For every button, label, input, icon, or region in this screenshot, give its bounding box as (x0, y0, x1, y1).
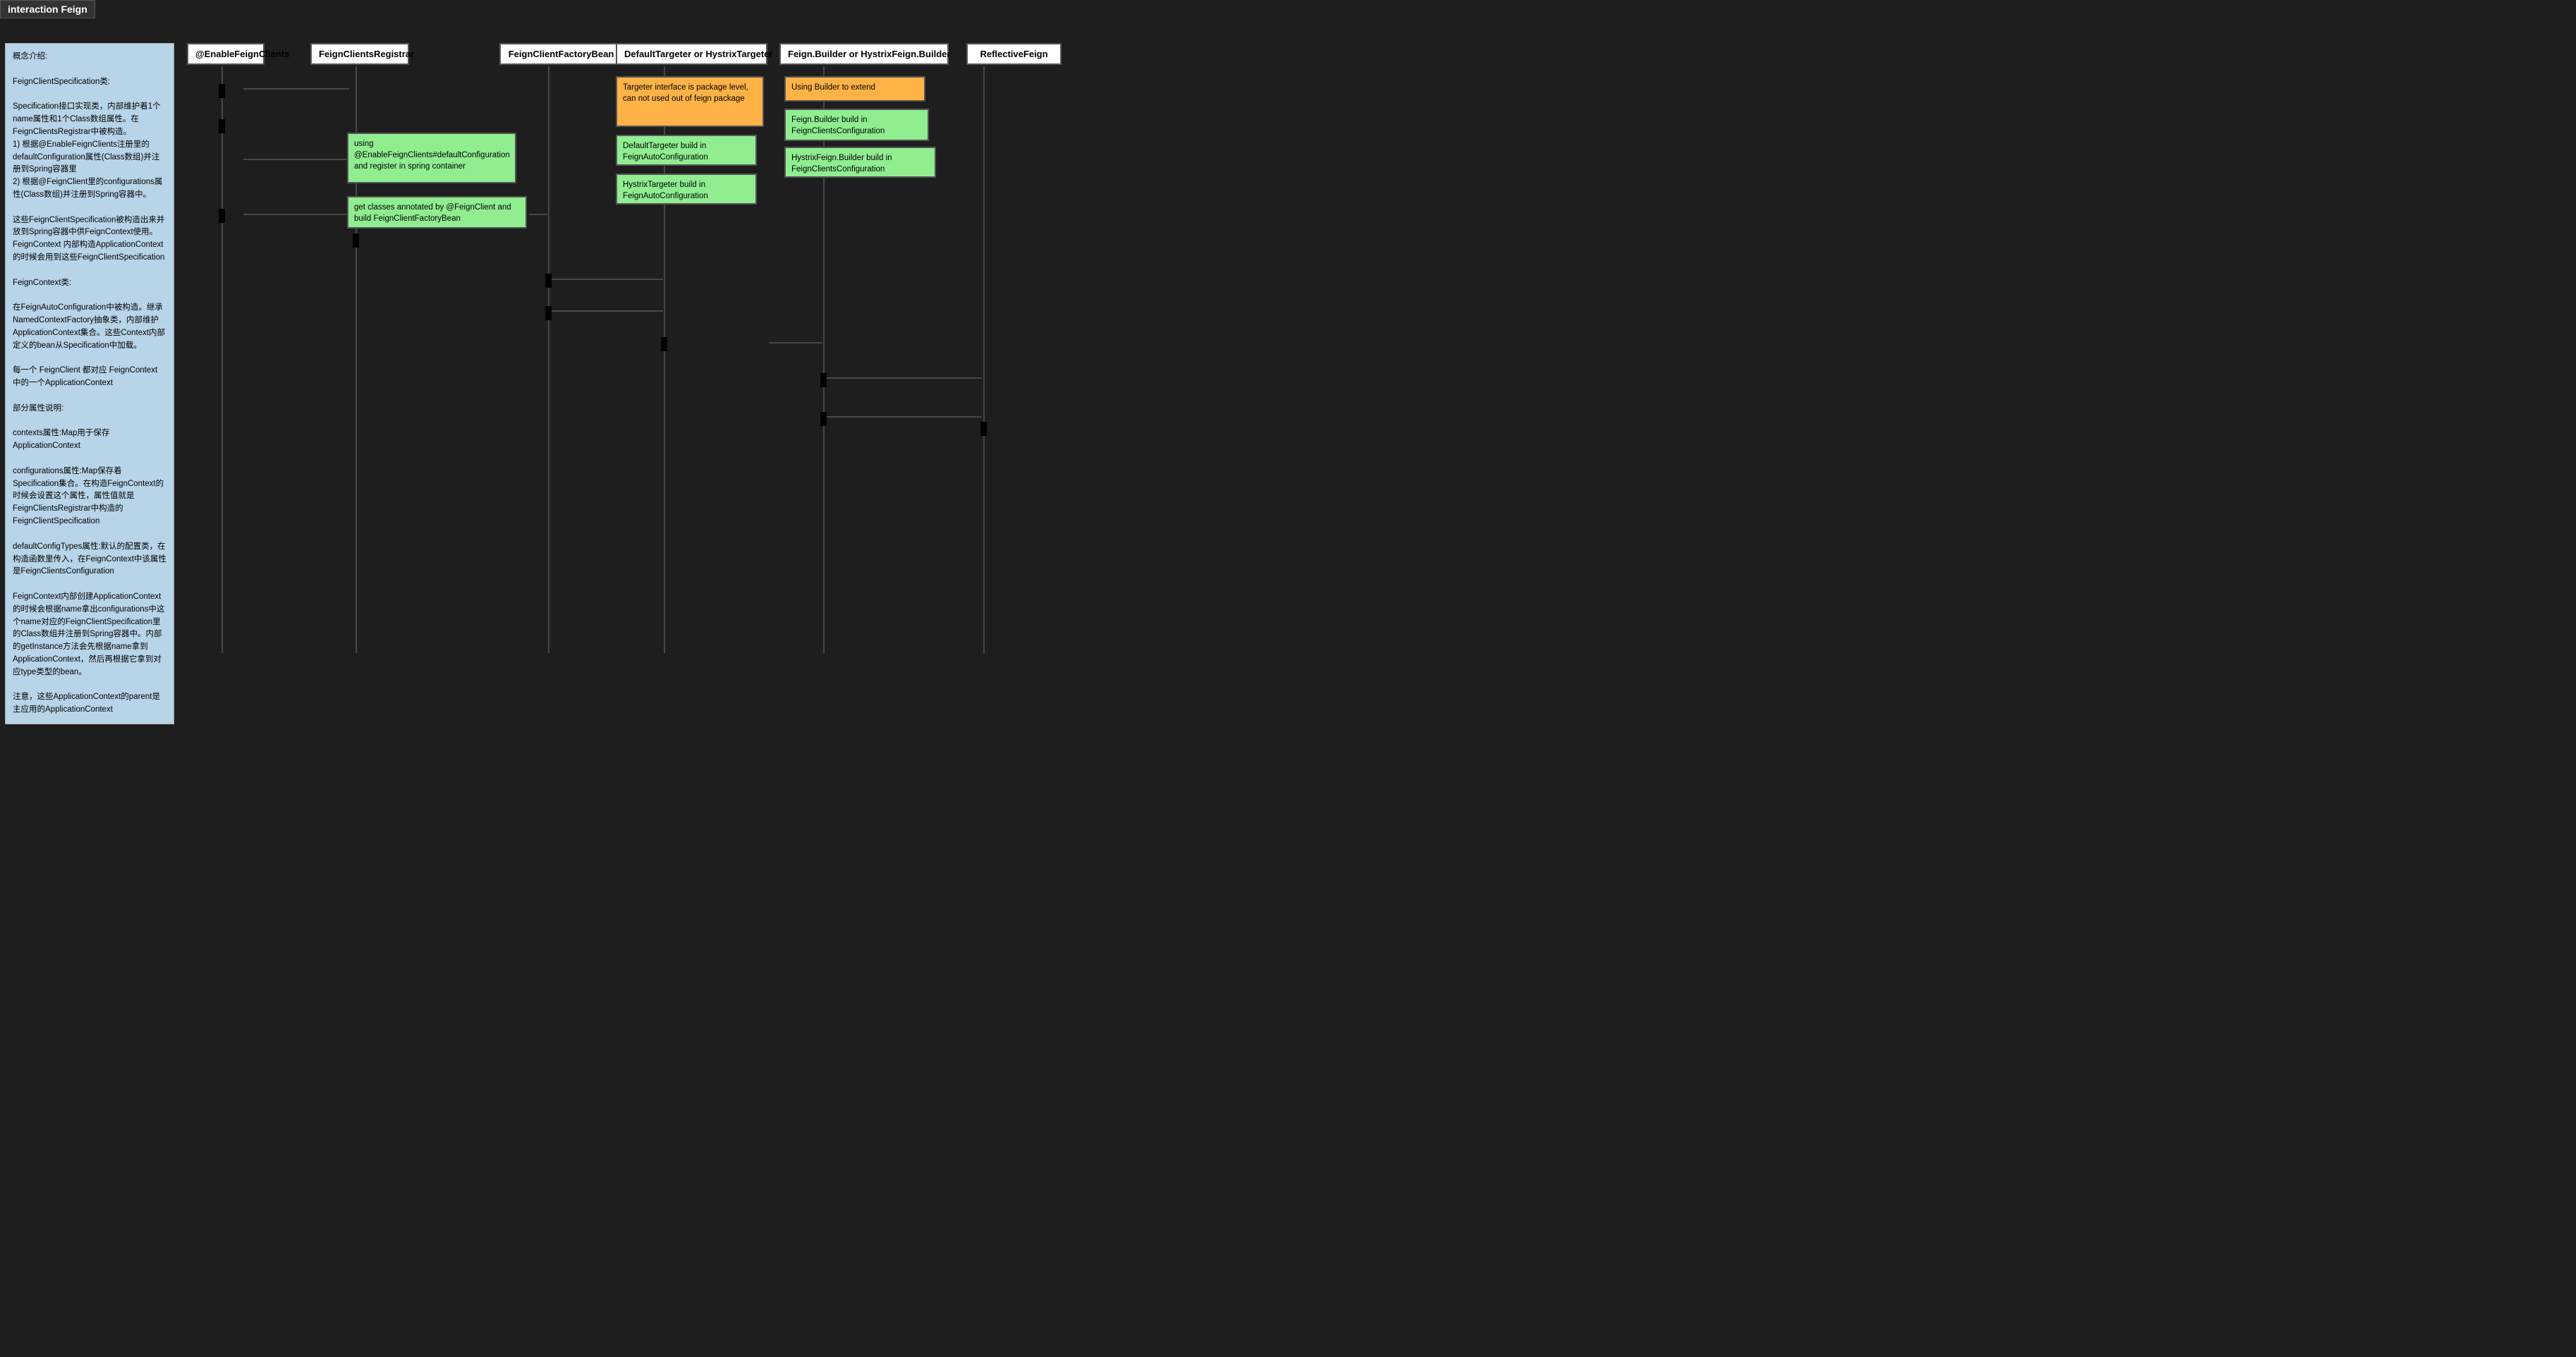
feign-builder-build-box: Feign.Builder build in FeignClientsConfi… (784, 109, 929, 141)
col-header-feign-builder: Feign.Builder or HystrixFeign.Builder (779, 43, 949, 65)
hystrix-feign-builder-build-box: HystrixFeign.Builder build in FeignClien… (784, 147, 936, 178)
targeter-interface-note-box: Targeter interface is package level, can… (616, 76, 764, 127)
get-classes-annotated-box: get classes annotated by @FeignClient an… (347, 196, 527, 229)
sidebar-text: 概念介绍: FeignClientSpecification类: Specifi… (13, 52, 166, 714)
defaulttargeter-build-box: DefaultTargeter build in FeignAutoConfig… (616, 135, 757, 166)
col-header-reflective-feign: ReflectiveFeign (966, 43, 1062, 65)
hystrix-targeter-build-box: HystrixTargeter build in FeignAutoConfig… (616, 174, 757, 205)
col-header-feign-clients-registrar: FeignClientsRegistrar (310, 43, 409, 65)
col-header-defaulttargeter: DefaultTargeter or HystrixTargeter (616, 43, 767, 65)
title-text: interaction Feign (8, 4, 87, 15)
using-enable-feign-clients-box: using @EnableFeignClients#defaultConfigu… (347, 133, 516, 183)
main-canvas: 概念介绍: FeignClientSpecification类: Specifi… (0, 18, 1288, 697)
title-bar: interaction Feign (0, 0, 95, 18)
sidebar-description: 概念介绍: FeignClientSpecification类: Specifi… (5, 43, 174, 724)
using-builder-extend-box: Using Builder to extend (784, 76, 925, 102)
col-header-feign-client-factory-bean: FeignClientFactoryBean (499, 43, 623, 65)
col-header-enable-feign-clients: @EnableFeignClients (187, 43, 265, 65)
